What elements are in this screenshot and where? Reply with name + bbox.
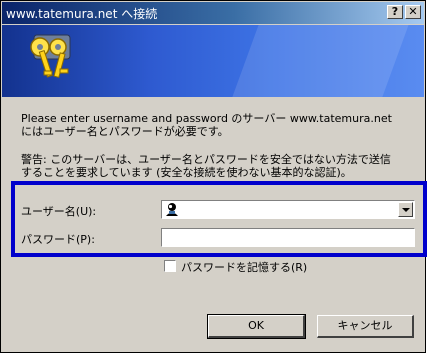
title-bar[interactable]: www.tatemura.net へ接続 ? ✕ (2, 2, 424, 24)
warning-line-2: することを要求しています (安全な接続を使わない基本的な認証)。 (21, 166, 352, 179)
banner (2, 25, 424, 97)
prompt-line-2: にはユーザー名とパスワードが必要です。 (21, 125, 229, 138)
warning-line-1: 警告: このサーバーは、ユーザー名とパスワードを安全ではない方法で送信 (21, 153, 391, 166)
login-dialog: www.tatemura.net へ接続 ? ✕ Please enter us… (0, 0, 427, 353)
window-title: www.tatemura.net へ接続 (6, 7, 158, 21)
remember-password-label[interactable]: パスワードを記憶する(R) (181, 259, 307, 275)
prompt-line-1: Please enter username and password のサーバー… (21, 112, 392, 125)
highlight-box (11, 181, 427, 257)
close-button[interactable]: ✕ (405, 5, 421, 19)
warning-message: 警告: このサーバーは、ユーザー名とパスワードを安全ではない方法で送信 すること… (21, 153, 421, 179)
ok-button[interactable]: OK (207, 314, 306, 339)
banner-decoration (225, 25, 413, 97)
keys-icon (30, 34, 71, 78)
remember-password-checkbox[interactable] (164, 260, 176, 272)
prompt-message: Please enter username and password のサーバー… (21, 112, 421, 138)
help-button[interactable]: ? (387, 5, 403, 19)
cancel-button[interactable]: キャンセル (317, 315, 414, 338)
